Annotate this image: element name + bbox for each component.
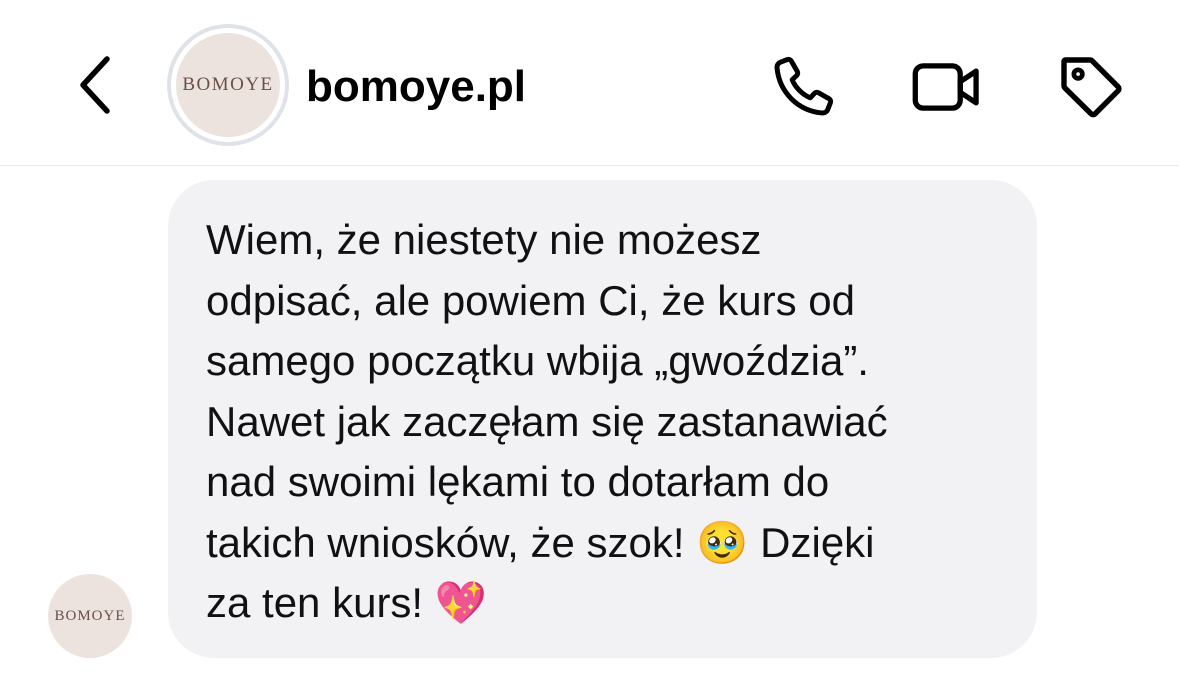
tag-icon xyxy=(1061,57,1122,118)
phone-icon xyxy=(774,56,834,116)
brand-logo: BOMOYE xyxy=(182,74,274,95)
message-line: odpisać, ale powiem Ci, że kurs od xyxy=(206,276,855,324)
back-button[interactable] xyxy=(70,50,120,120)
chat-username[interactable]: bomoye.pl xyxy=(306,61,526,113)
profile-avatar-image: BOMOYE xyxy=(176,33,280,137)
message-bubble[interactable]: Wiem, że niestety nie możesz odpisać, al… xyxy=(168,180,1037,658)
message-line: Nawet jak zaczęłam się zastanawiać xyxy=(206,397,888,445)
chevron-left-icon xyxy=(80,56,110,114)
message-line: za ten kurs! 💖 xyxy=(206,579,488,626)
message-line: samego początku wbija „gwoździa”. xyxy=(206,337,869,384)
message-line: Wiem, że niestety nie możesz xyxy=(206,216,762,263)
voice-call-button[interactable] xyxy=(766,50,840,124)
brand-logo: BOMOYE xyxy=(54,607,126,624)
message-line: takich wniosków, że szok! 🥹 Dzięki xyxy=(206,518,875,566)
video-camera-icon xyxy=(912,63,979,111)
chat-header: BOMOYE bomoye.pl xyxy=(0,0,1179,166)
message-line: nad swoimi lękami to dotarłam do xyxy=(206,458,830,505)
sender-avatar[interactable]: BOMOYE xyxy=(48,574,132,658)
profile-avatar[interactable]: BOMOYE xyxy=(167,24,289,146)
tag-button[interactable] xyxy=(1054,50,1128,124)
video-call-button[interactable] xyxy=(910,50,984,124)
message-text: Wiem, że niestety nie możesz odpisać, al… xyxy=(206,210,1001,634)
